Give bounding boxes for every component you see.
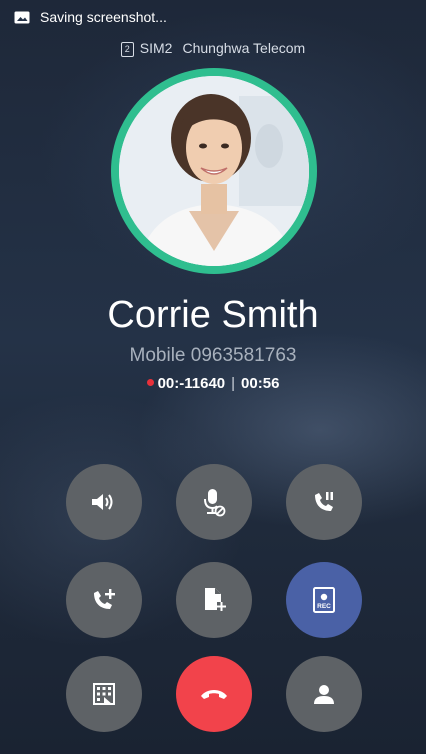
record-button[interactable]: REC [286, 562, 362, 638]
contacts-button[interactable] [286, 656, 362, 732]
call-duration: 00:56 [241, 375, 280, 392]
in-call-screen: Saving screenshot... 2 SIM2 Chunghwa Telec… [0, 0, 426, 754]
recording-dot-icon [146, 379, 154, 386]
record-icon: REC [313, 587, 335, 613]
record-time: 00:-11640 [157, 375, 226, 392]
screenshot-icon [14, 11, 30, 24]
sim-label: SIM2 [139, 40, 173, 56]
carrier-name: Chunghwa Telecom [182, 40, 306, 56]
notification-text: Saving screenshot... [40, 9, 167, 25]
mute-button[interactable] [176, 464, 252, 540]
phone-hold-icon [315, 492, 333, 511]
add-note-button[interactable] [176, 562, 252, 638]
end-call-icon [201, 690, 227, 699]
caller-number: Mobile 0963581763 [129, 345, 297, 366]
sim-carrier-row: 2 SIM2 Chunghwa Telecom [0, 40, 426, 57]
sim-badge-icon: 2 [120, 42, 134, 57]
speaker-icon [92, 494, 113, 510]
avatar-photo [119, 76, 309, 266]
avatar-ring [111, 68, 317, 274]
record-label: REC [317, 603, 331, 610]
caller-name: Corrie Smith [107, 294, 319, 336]
end-call-button[interactable] [176, 656, 252, 732]
hold-button[interactable] [286, 464, 362, 540]
dialpad-icon [93, 683, 115, 705]
avatar [119, 76, 309, 266]
contact-icon [314, 685, 334, 704]
call-timer-row: 00:-11640 | 00:56 [0, 375, 426, 392]
add-call-icon [94, 589, 115, 609]
speaker-button[interactable] [66, 464, 142, 540]
mic-off-icon [204, 489, 226, 517]
status-bar: Saving screenshot... [0, 0, 426, 32]
timer-separator: | [231, 375, 236, 392]
add-call-button[interactable] [66, 562, 142, 638]
dialpad-button[interactable] [66, 656, 142, 732]
note-add-icon [205, 588, 226, 611]
